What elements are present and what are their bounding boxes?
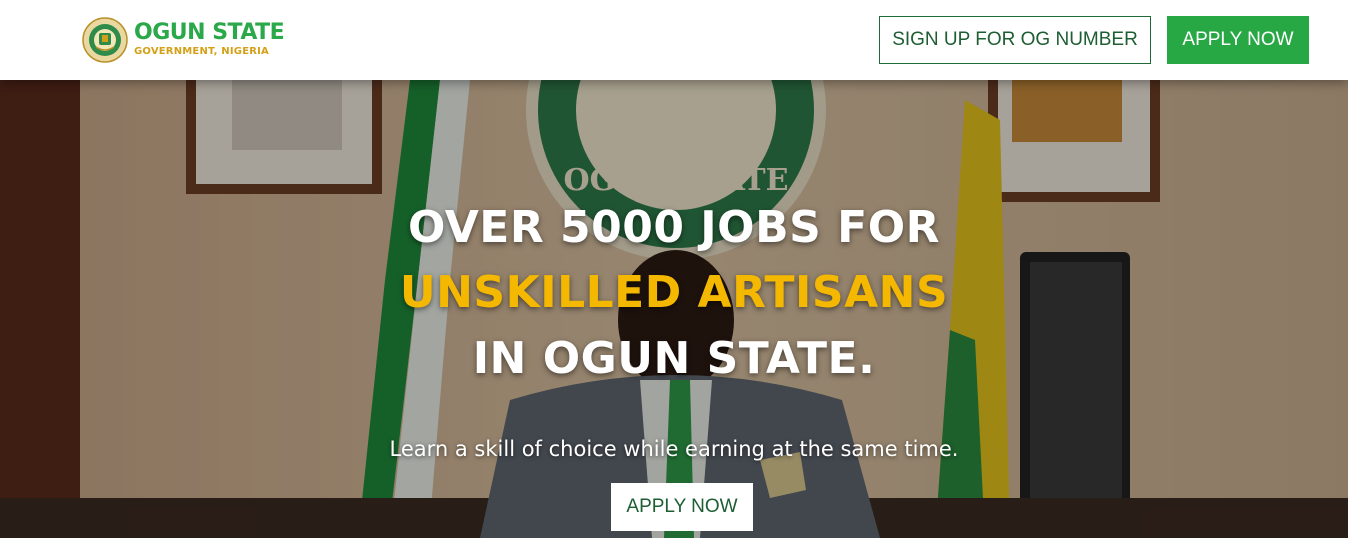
hero-headline-line-2: UNSKILLED ARTISANS [399,267,949,318]
hero-headline-line-1: OVER 5000 JOBS FOR [408,202,940,253]
apply-now-hero-button[interactable]: APPLY NOW [611,483,753,531]
hero-section: OGUN STATE OVER 5000 JOBS FOR UNSKILLED … [0,80,1348,538]
site-header: OGUN STATE GOVERNMENT, NIGERIA SIGN UP F… [0,0,1348,80]
logo[interactable]: OGUN STATE GOVERNMENT, NIGERIA [82,16,285,64]
logo-subtitle: GOVERNMENT, NIGERIA [134,46,269,57]
hero-headline-line-3: IN OGUN STATE. [472,333,876,384]
logo-title: OGUN STATE [134,20,285,45]
sign-up-og-number-button[interactable]: SIGN UP FOR OG NUMBER [879,16,1151,64]
apply-now-header-button[interactable]: APPLY NOW [1167,16,1309,64]
hero-tagline: Learn a skill of choice while earning at… [389,437,959,461]
ogun-state-seal-icon [82,17,128,63]
